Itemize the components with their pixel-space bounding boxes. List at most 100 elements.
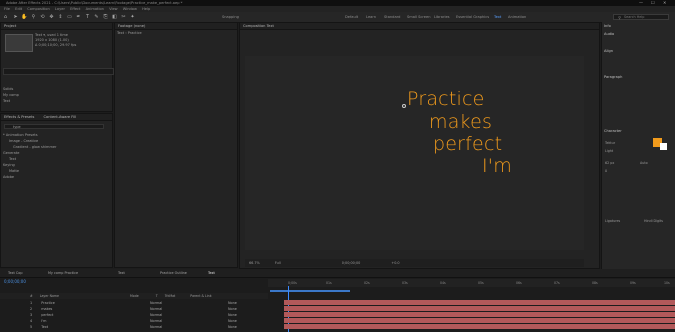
workspace-libraries[interactable]: Libraries (434, 15, 450, 19)
layer-bar[interactable] (284, 324, 675, 329)
paragraph-header[interactable]: Paragraph (604, 75, 622, 79)
timeline-tab[interactable]: Text (118, 270, 125, 276)
workspace-text[interactable]: Text (494, 15, 501, 19)
workspace-essential-graphics[interactable]: Essential Graphics (456, 15, 489, 19)
effects-item[interactable]: Matte (9, 169, 19, 174)
composition-tab[interactable]: Composition Text (240, 23, 599, 30)
project-row-text[interactable]: Text (3, 99, 10, 104)
menu-composition[interactable]: Composition (27, 7, 49, 11)
eraser-icon[interactable]: ◧ (111, 14, 118, 21)
menu-file[interactable]: File (4, 7, 10, 11)
stroke-color-swatch[interactable] (660, 143, 667, 150)
effects-item[interactable]: Text (9, 157, 16, 162)
menu-help[interactable]: Help (142, 7, 150, 11)
info-header[interactable]: Info (604, 24, 611, 28)
workspace-learn[interactable]: Learn (366, 15, 376, 19)
layer-name[interactable]: I'm (41, 319, 46, 323)
layer-name[interactable]: Practice (41, 301, 55, 305)
workspace-animation[interactable]: Animation (508, 15, 526, 19)
resolution-select[interactable]: Full (275, 261, 281, 265)
effects-presets-tab[interactable]: Effects & Presets (4, 115, 34, 119)
anchor-point-icon[interactable] (402, 104, 406, 108)
viewer-footer: 66.7% Full 0;00;00;00 +0.0 (245, 259, 584, 267)
effects-item[interactable]: Adobe (3, 175, 14, 180)
text-layer-im[interactable]: I'm (482, 155, 512, 177)
puppet-icon[interactable]: ✦ (129, 14, 136, 21)
layer-name[interactable]: makes (41, 307, 52, 311)
effects-item[interactable]: Generate (3, 151, 19, 156)
effects-item[interactable]: * Animation Presets (3, 133, 38, 138)
viewer-timecode[interactable]: 0;00;00;00 (342, 261, 361, 265)
timeline-tab-active[interactable]: Text (208, 270, 215, 276)
project-row-solids[interactable]: Solids (3, 87, 13, 92)
composition-frame[interactable] (245, 56, 584, 250)
snapping-toggle[interactable]: Snapping (222, 15, 239, 19)
layer-name[interactable]: perfect (41, 313, 53, 317)
audio-header[interactable]: Audio (604, 32, 614, 36)
table-row[interactable]: 5 Text Normal None (0, 324, 268, 330)
work-area-bar[interactable] (270, 290, 350, 292)
align-header[interactable]: Align (604, 49, 613, 53)
effects-item[interactable]: Image - Creative (9, 139, 38, 144)
effects-item[interactable]: Keying (3, 163, 15, 168)
pen-icon[interactable]: ✒ (75, 14, 82, 21)
leading-field[interactable]: Auto (640, 161, 648, 165)
search-help-input[interactable]: Search Help (613, 14, 669, 20)
hindi-digits-checkbox[interactable]: Hindi Digits (644, 219, 663, 223)
zoom-icon[interactable]: ⚲ (30, 14, 37, 21)
type-icon[interactable]: T (84, 14, 91, 21)
exposure-value[interactable]: +0.0 (391, 261, 399, 265)
layer-name[interactable]: Text (41, 325, 48, 329)
clone-icon[interactable]: ⎘ (102, 14, 109, 21)
character-header[interactable]: Character (604, 129, 622, 133)
project-search-input[interactable] (3, 68, 114, 75)
menu-animation[interactable]: Animation (86, 7, 104, 11)
project-row-my-comp[interactable]: My comp (3, 93, 19, 98)
project-tab[interactable]: Project (1, 23, 112, 30)
effects-item[interactable]: Gradient - glow shimmer (13, 145, 56, 150)
timeline-ruler[interactable]: 0;00s 01s 02s 03s 04s 05s 06s 07s 08s 09… (268, 279, 675, 287)
content-aware-fill-tab[interactable]: Content-Aware Fill (44, 115, 77, 119)
workspace-default[interactable]: Default (345, 15, 358, 19)
layer-bar[interactable] (284, 318, 675, 323)
menu-effect[interactable]: Effect (70, 7, 80, 11)
select-icon[interactable]: ➤ (12, 14, 19, 21)
font-family-select[interactable]: Tektur (605, 141, 615, 145)
menu-view[interactable]: View (109, 7, 118, 11)
ligatures-checkbox[interactable]: Ligatures (605, 219, 620, 223)
layer-parent[interactable]: None (228, 324, 237, 330)
layer-bar[interactable] (284, 300, 675, 305)
tracking-field[interactable]: 0 (605, 169, 607, 173)
effects-search-input[interactable]: type (4, 124, 104, 129)
footage-tab[interactable]: Footage (none) (115, 23, 237, 30)
rect-icon[interactable]: ▭ (66, 14, 73, 21)
brush-icon[interactable]: ✎ (93, 14, 100, 21)
dolly-icon[interactable]: ⇕ (57, 14, 64, 21)
roto-icon[interactable]: ✂ (120, 14, 127, 21)
text-layer-practice[interactable]: Practice (407, 88, 485, 110)
home-icon[interactable]: ⌂ (2, 14, 9, 21)
hand-icon[interactable]: ✋ (21, 14, 28, 21)
font-style-select[interactable]: Light (605, 149, 613, 153)
layer-num: 4 (30, 319, 33, 323)
text-layer-perfect[interactable]: perfect (433, 133, 502, 155)
font-size-field[interactable]: 62 px (605, 161, 614, 165)
pan-icon[interactable]: ✥ (48, 14, 55, 21)
zoom-select[interactable]: 66.7% (249, 261, 260, 265)
workspace-standard[interactable]: Standard (384, 15, 400, 19)
timeline-tab[interactable]: Practice Outline (160, 270, 187, 276)
menu-window[interactable]: Window (123, 7, 137, 11)
timeline-tab[interactable]: Text Cop (8, 270, 23, 276)
timeline-columns: # Layer Name Mode T TrkMat Parent & Link (0, 293, 268, 299)
menu-edit[interactable]: Edit (15, 7, 22, 11)
layer-mode[interactable]: Normal (150, 324, 162, 330)
timeline-timecode[interactable]: 0;00;00;00 (4, 279, 26, 284)
col-parent: Parent & Link (190, 294, 212, 298)
layer-bar[interactable] (284, 312, 675, 317)
workspace-small-screen[interactable]: Small Screen (407, 15, 430, 19)
timeline-tab[interactable]: My comp Practice (48, 270, 78, 276)
layer-bar[interactable] (284, 306, 675, 311)
menu-layer[interactable]: Layer (55, 7, 65, 11)
text-layer-makes[interactable]: makes (429, 111, 492, 133)
orbit-icon[interactable]: ⟲ (39, 14, 46, 21)
